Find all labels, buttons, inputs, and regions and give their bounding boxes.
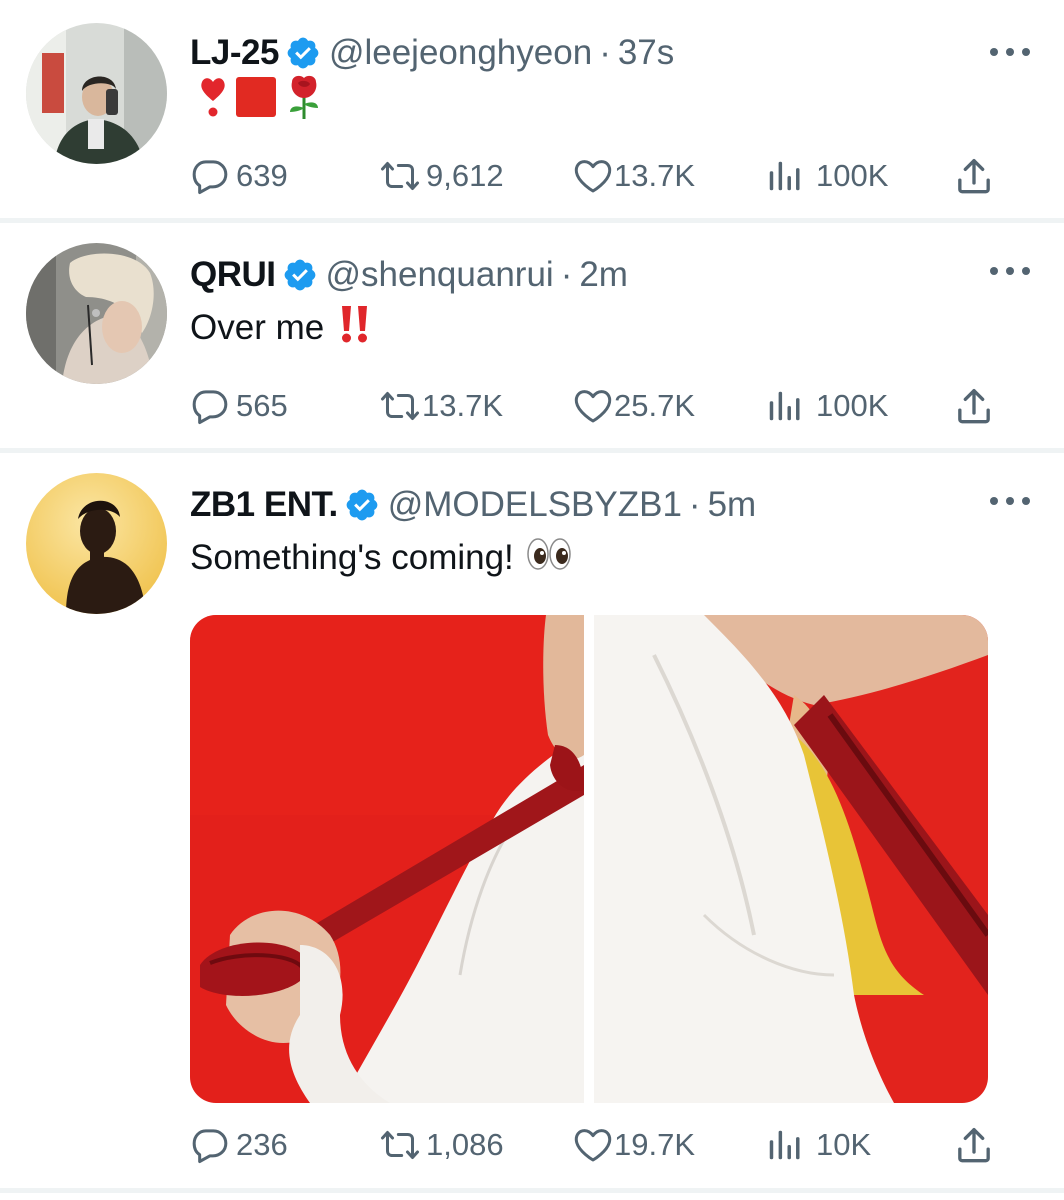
reply-count: 565 [236, 388, 288, 423]
double-exclamation-icon [338, 304, 372, 353]
tweet-actions: 565 13.7K 25.7K 100K [190, 384, 1000, 428]
tweet-text [190, 74, 324, 129]
views-button[interactable]: 100K [764, 154, 888, 198]
reply-icon [190, 1125, 230, 1165]
tweet-header: ZB1 ENT. @MODELSBYZB1 · 5m [190, 483, 756, 527]
avatar[interactable] [26, 473, 167, 614]
photo-closeup-collar-red-ribbon[interactable] [594, 615, 988, 1103]
retweet-count: 1,086 [426, 1127, 504, 1162]
tweet-text-content: Something's coming! [190, 538, 514, 577]
reply-icon [190, 386, 230, 426]
share-icon [954, 156, 994, 196]
avatar-photo [26, 243, 167, 384]
tweet-text-content: Over me [190, 308, 325, 347]
tweet[interactable]: ZB1 ENT. @MODELSBYZB1 · 5m Something's c… [0, 453, 1064, 1186]
separator-dot: · [560, 255, 573, 294]
like-count: 19.7K [614, 1127, 696, 1162]
avatar-photo [26, 473, 167, 614]
tweet-text: Over me [190, 304, 372, 352]
retweet-icon [378, 1125, 422, 1165]
tweet-header: QRUI @shenquanrui · 2m [190, 253, 628, 297]
display-name[interactable]: QRUI [190, 255, 276, 295]
display-name[interactable]: ZB1 ENT. [190, 485, 338, 525]
views-count: 100K [816, 158, 889, 193]
reply-icon [190, 156, 230, 196]
verified-badge-icon [282, 257, 318, 293]
avatar[interactable] [26, 243, 167, 384]
retweet-count: 9,612 [426, 158, 504, 193]
retweet-count: 13.7K [422, 388, 504, 423]
timestamp[interactable]: 5m [708, 485, 757, 525]
more-options-icon[interactable] [990, 491, 1030, 511]
user-handle[interactable]: @shenquanrui [326, 255, 554, 295]
views-button[interactable]: 10K [764, 1123, 871, 1167]
views-count: 10K [816, 1127, 872, 1162]
views-button[interactable]: 100K [764, 384, 888, 428]
verified-badge-icon [344, 487, 380, 523]
retweet-button[interactable]: 9,612 [378, 154, 504, 198]
tweet-text: Something's coming! [190, 534, 572, 582]
tweet-header: LJ-25 @leejeonghyeon · 37s [190, 31, 674, 75]
tweet-actions: 236 1,086 19.7K 10K [190, 1123, 1000, 1167]
like-count: 13.7K [614, 158, 696, 193]
share-button[interactable] [954, 1123, 994, 1167]
share-icon [954, 386, 994, 426]
media-grid [190, 615, 988, 1103]
retweet-button[interactable]: 13.7K [378, 384, 503, 428]
share-icon [954, 1125, 994, 1165]
heavy-heart-exclamation-icon [198, 75, 228, 128]
views-chart-icon [764, 157, 804, 195]
heart-icon [572, 1125, 614, 1165]
like-count: 25.7K [614, 388, 696, 423]
timestamp[interactable]: 2m [579, 255, 628, 295]
reply-button[interactable]: 639 [190, 154, 288, 198]
retweet-icon [378, 156, 422, 196]
tweet[interactable]: LJ-25 @leejeonghyeon · 37s 639 9,612 13.… [0, 0, 1064, 218]
user-handle[interactable]: @MODELSBYZB1 [388, 485, 682, 525]
reply-count: 639 [236, 158, 288, 193]
heart-icon [572, 386, 614, 426]
user-handle[interactable]: @leejeonghyeon [329, 33, 592, 73]
separator-dot: · [599, 33, 611, 72]
avatar-photo [26, 23, 167, 164]
retweet-icon [378, 386, 422, 426]
eyes-icon [526, 536, 572, 581]
timestamp[interactable]: 37s [618, 33, 674, 73]
tweet-divider [0, 1188, 1064, 1193]
reply-button[interactable]: 236 [190, 1123, 288, 1167]
display-name[interactable]: LJ-25 [190, 33, 279, 73]
tweet-actions: 639 9,612 13.7K 100K [190, 154, 1000, 198]
share-button[interactable] [954, 154, 994, 198]
more-options-icon[interactable] [990, 261, 1030, 281]
rose-icon [284, 74, 324, 129]
avatar[interactable] [26, 23, 167, 164]
photo-red-ribbon-white-shirt[interactable] [190, 615, 584, 1103]
more-options-icon[interactable] [990, 42, 1030, 62]
reply-count: 236 [236, 1127, 288, 1162]
views-count: 100K [816, 388, 889, 423]
heart-icon [572, 156, 614, 196]
separator-dot: · [688, 485, 701, 524]
like-button[interactable]: 25.7K [572, 384, 695, 428]
tweet[interactable]: QRUI @shenquanrui · 2m Over me 565 13.7K [0, 223, 1064, 448]
like-button[interactable]: 13.7K [572, 154, 695, 198]
retweet-button[interactable]: 1,086 [378, 1123, 504, 1167]
views-chart-icon [764, 387, 804, 425]
verified-badge-icon [285, 35, 321, 71]
like-button[interactable]: 19.7K [572, 1123, 695, 1167]
views-chart-icon [764, 1126, 804, 1164]
reply-button[interactable]: 565 [190, 384, 288, 428]
red-square-icon [234, 75, 278, 128]
share-button[interactable] [954, 384, 994, 428]
